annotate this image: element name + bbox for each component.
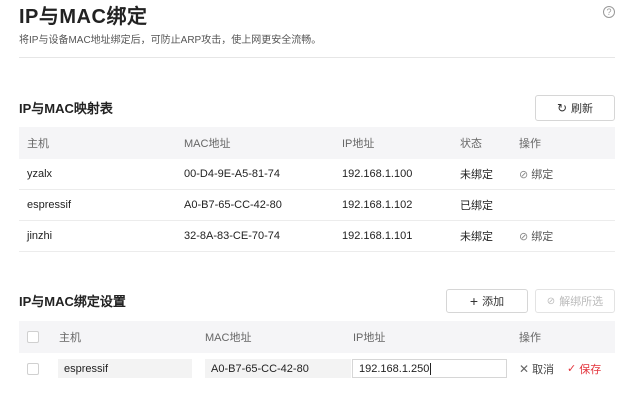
row-status: 已绑定 xyxy=(460,200,493,212)
refresh-label: 刷新 xyxy=(571,103,594,115)
bind-label: 绑定 xyxy=(531,169,554,181)
row-host: jinzhi xyxy=(27,230,53,242)
refresh-button[interactable]: ↻ 刷新 xyxy=(535,95,615,121)
close-icon: ✕ xyxy=(519,361,530,376)
bind-label: 绑定 xyxy=(531,231,554,243)
binding-settings-title: IP与MAC绑定设置 xyxy=(19,294,126,309)
row-checkbox[interactable] xyxy=(27,353,39,384)
column-action: 操作 xyxy=(519,332,541,344)
save-button[interactable]: ✓ 保存 xyxy=(567,353,601,384)
add-label: 添加 xyxy=(482,296,505,308)
row-mac: A0-B7-65-CC-42-80 xyxy=(184,199,282,211)
table-row: jinzhi 32-8A-83-CE-70-74 192.168.1.101 未… xyxy=(19,221,615,252)
mapping-table-header: 主机 MAC地址 IP地址 状态 操作 xyxy=(19,127,615,159)
row-host: espressif xyxy=(27,199,72,211)
help-icon[interactable]: ? xyxy=(603,6,615,18)
unbind-selected-button[interactable]: ⊘ 解绑所选 xyxy=(535,289,615,313)
text-cursor xyxy=(430,362,432,375)
table-row: espressif A0-B7-65-CC-42-80 192.168.1.10… xyxy=(19,190,615,221)
host-input[interactable]: espressif xyxy=(58,359,192,378)
save-label: 保存 xyxy=(579,363,602,376)
refresh-icon: ↻ xyxy=(556,101,568,115)
column-ip: IP地址 xyxy=(342,138,375,150)
column-status: 状态 xyxy=(460,138,482,150)
check-icon: ✓ xyxy=(567,363,577,375)
link-icon: ⊘ xyxy=(519,230,529,243)
select-all-checkbox[interactable] xyxy=(27,321,39,353)
table-row: yzalx 00-D4-9E-A5-81-74 192.168.1.100 未绑… xyxy=(19,159,615,190)
bind-link[interactable]: ⊘ 绑定 xyxy=(519,159,553,189)
plus-icon: + xyxy=(469,293,479,309)
row-mac: 00-D4-9E-A5-81-74 xyxy=(184,168,280,180)
row-mac: 32-8A-83-CE-70-74 xyxy=(184,230,280,242)
binding-table-header: 主机 MAC地址 IP地址 操作 xyxy=(19,321,615,353)
cancel-button[interactable]: ✕ 取消 xyxy=(519,353,554,384)
edit-row: espressif A0-B7-65-CC-42-80 192.168.1.25… xyxy=(19,353,615,384)
mapping-table-title: IP与MAC映射表 xyxy=(19,101,113,116)
ip-input[interactable]: 192.168.1.250 xyxy=(352,359,507,378)
column-host: 主机 xyxy=(27,138,49,150)
row-host: yzalx xyxy=(27,168,53,180)
add-button[interactable]: + 添加 xyxy=(446,289,528,313)
row-ip: 192.168.1.102 xyxy=(342,199,413,211)
cancel-label: 取消 xyxy=(532,363,555,376)
column-host: 主机 xyxy=(59,332,81,344)
divider xyxy=(19,57,615,58)
unlink-icon: ⊘ xyxy=(546,295,556,307)
row-status: 未绑定 xyxy=(460,169,493,181)
unbind-label: 解绑所选 xyxy=(559,296,604,308)
column-action: 操作 xyxy=(519,138,541,150)
row-ip: 192.168.1.100 xyxy=(342,168,413,180)
mac-input[interactable]: A0-B7-65-CC-42-80 xyxy=(205,359,351,378)
page-title: IP与MAC绑定 xyxy=(19,6,148,28)
row-ip: 192.168.1.101 xyxy=(342,230,413,242)
column-ip: IP地址 xyxy=(353,332,386,344)
link-icon: ⊘ xyxy=(519,168,529,181)
column-mac: MAC地址 xyxy=(184,138,231,150)
row-status: 未绑定 xyxy=(460,231,493,243)
bind-link[interactable]: ⊘ 绑定 xyxy=(519,221,553,251)
column-mac: MAC地址 xyxy=(205,332,252,344)
ip-input-value: 192.168.1.250 xyxy=(359,362,430,375)
page-description: 将IP与设备MAC地址绑定后，可防止ARP攻击，使上网更安全流畅。 xyxy=(19,35,322,46)
